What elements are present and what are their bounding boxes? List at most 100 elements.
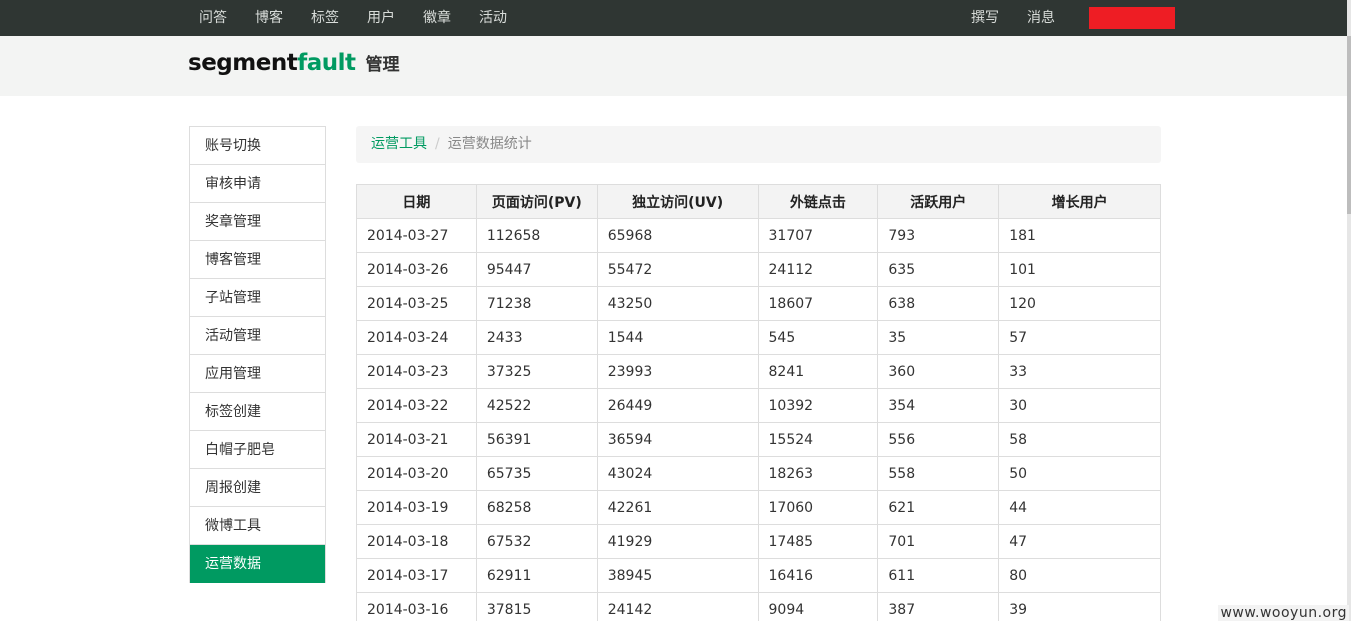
table-cell: 2014-03-25	[356, 286, 477, 321]
table-cell: 35	[877, 320, 1000, 355]
table-cell: 17485	[757, 524, 879, 559]
table-cell: 68258	[475, 490, 598, 525]
table-cell: 30	[998, 388, 1161, 423]
site-logo[interactable]: segment fault 管理	[188, 50, 399, 76]
table-body: 2014-03-27 112658 65968 31707 793 181 2014-03-…	[356, 218, 1161, 621]
sidebar-item-whitehat[interactable]: 白帽子肥皂	[190, 431, 325, 469]
table-cell: 2014-03-22	[356, 388, 477, 423]
table-cell: 1544	[596, 320, 759, 355]
table-cell: 26449	[596, 388, 759, 423]
table-header-row: 日期 页面访问(PV) 独立访问(UV) 外链点击 活跃用户 增长用户	[356, 184, 1161, 219]
breadcrumb-current: 运营数据统计	[447, 136, 532, 152]
table-cell: 181	[998, 218, 1161, 253]
table-cell: 44	[998, 490, 1161, 525]
table-cell: 558	[877, 456, 1000, 491]
nav-blogs[interactable]: 博客	[241, 0, 297, 36]
page-scrollbar[interactable]	[1347, 0, 1351, 621]
table-cell: 39	[998, 592, 1161, 621]
table-row: 2014-03-24 2433 1544 545 35 57	[356, 320, 1161, 355]
table-row: 2014-03-20 65735 43024 18263 558 50	[356, 456, 1161, 491]
table-cell: 9094	[757, 592, 879, 621]
table-cell: 47	[998, 524, 1161, 559]
sidebar-item-events[interactable]: 活动管理	[190, 317, 325, 355]
table-cell: 638	[877, 286, 1000, 321]
nav-users[interactable]: 用户	[353, 0, 409, 36]
table-cell: 701	[877, 524, 1000, 559]
table-cell: 101	[998, 252, 1161, 287]
column-header: 独立访问(UV)	[596, 184, 759, 219]
sidebar-item-tag-create[interactable]: 标签创建	[190, 393, 325, 431]
scrollbar-thumb[interactable]	[1347, 36, 1351, 214]
logo-text-fault: fault	[297, 50, 356, 76]
breadcrumb-parent-link[interactable]: 运营工具	[371, 136, 427, 152]
table-cell: 2014-03-24	[356, 320, 477, 355]
main-nav: 问答 博客 标签 用户 徽章 活动	[185, 0, 521, 36]
table-cell: 42522	[475, 388, 598, 423]
table-cell: 50	[998, 456, 1161, 491]
table-cell: 112658	[475, 218, 598, 253]
sidebar-item-substations[interactable]: 子站管理	[190, 279, 325, 317]
table-cell: 71238	[475, 286, 598, 321]
table-cell: 360	[877, 354, 1000, 389]
table-cell: 23993	[596, 354, 759, 389]
table-cell: 58	[998, 422, 1161, 457]
sidebar-item-review[interactable]: 审核申请	[190, 165, 325, 203]
table-cell: 62911	[475, 558, 598, 593]
table-cell: 15524	[757, 422, 879, 457]
sidebar-item-medals[interactable]: 奖章管理	[190, 203, 325, 241]
table-cell: 36594	[596, 422, 759, 457]
sidebar-item-apps[interactable]: 应用管理	[190, 355, 325, 393]
table-cell: 2014-03-23	[356, 354, 477, 389]
table-cell: 43024	[596, 456, 759, 491]
table-cell: 24112	[757, 252, 879, 287]
table-cell: 37815	[475, 592, 598, 621]
column-header: 页面访问(PV)	[475, 184, 598, 219]
nav-write[interactable]: 撰写	[957, 0, 1013, 36]
table-cell: 621	[877, 490, 1000, 525]
table-cell: 611	[877, 558, 1000, 593]
table-row: 2014-03-21 56391 36594 15524 556 58	[356, 422, 1161, 457]
breadcrumb-separator: /	[435, 136, 440, 152]
nav-events[interactable]: 活动	[465, 0, 521, 36]
table-row: 2014-03-25 71238 43250 18607 638 120	[356, 286, 1161, 321]
table-row: 2014-03-17 62911 38945 16416 611 80	[356, 558, 1161, 593]
nav-badges[interactable]: 徽章	[409, 0, 465, 36]
top-navbar: 问答 博客 标签 用户 徽章 活动 撰写 消息	[0, 0, 1347, 36]
table-cell: 10392	[757, 388, 879, 423]
nav-questions[interactable]: 问答	[185, 0, 241, 36]
column-header: 增长用户	[998, 184, 1161, 219]
nav-messages[interactable]: 消息	[1013, 0, 1069, 36]
sidebar-item-weibo[interactable]: 微博工具	[190, 507, 325, 545]
table-row: 2014-03-26 95447 55472 24112 635 101	[356, 252, 1161, 287]
nav-tags[interactable]: 标签	[297, 0, 353, 36]
table-cell: 67532	[475, 524, 598, 559]
table-cell: 16416	[757, 558, 879, 593]
table-cell: 387	[877, 592, 1000, 621]
table-cell: 2433	[475, 320, 598, 355]
sidebar-item-weekly[interactable]: 周报创建	[190, 469, 325, 507]
table-cell: 95447	[475, 252, 598, 287]
sidebar-item-account-switch[interactable]: 账号切换	[190, 127, 325, 165]
table-cell: 56391	[475, 422, 598, 457]
table-cell: 80	[998, 558, 1161, 593]
table-cell: 65968	[596, 218, 759, 253]
sidebar-item-blogs[interactable]: 博客管理	[190, 241, 325, 279]
table-row: 2014-03-27 112658 65968 31707 793 181	[356, 218, 1161, 253]
logo-text-segment: segment	[188, 50, 298, 76]
table-cell: 635	[877, 252, 1000, 287]
table-cell: 17060	[757, 490, 879, 525]
table-cell: 42261	[596, 490, 759, 525]
table-cell: 2014-03-19	[356, 490, 477, 525]
table-cell: 354	[877, 388, 1000, 423]
operations-stats-table: 日期 页面访问(PV) 独立访问(UV) 外链点击 活跃用户 增长用户 2014-03-2…	[356, 184, 1161, 621]
column-header: 外链点击	[757, 184, 879, 219]
column-header: 日期	[356, 184, 477, 219]
watermark: www.wooyun.org	[1218, 605, 1349, 621]
table-cell: 2014-03-26	[356, 252, 477, 287]
table-cell: 41929	[596, 524, 759, 559]
table-cell: 24142	[596, 592, 759, 621]
table-row: 2014-03-22 42522 26449 10392 354 30	[356, 388, 1161, 423]
sidebar-item-operations-data[interactable]: 运营数据	[190, 545, 325, 583]
breadcrumb: 运营工具 / 运营数据统计	[356, 126, 1161, 163]
user-menu-redacted[interactable]	[1089, 7, 1175, 29]
